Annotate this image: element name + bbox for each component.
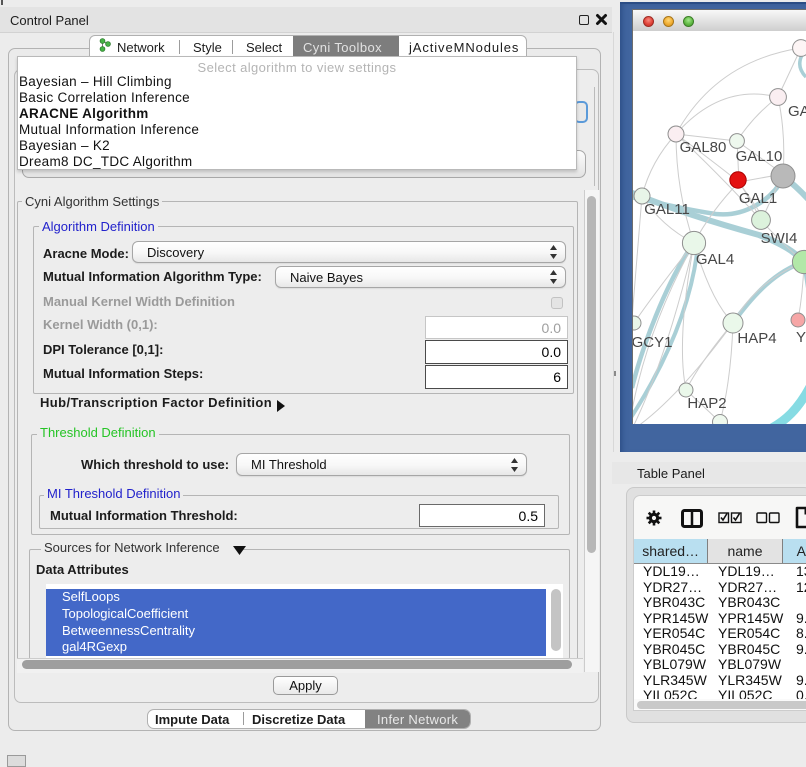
svg-text:GAL10: GAL10 [736, 148, 783, 165]
svg-text:HAP2: HAP2 [687, 395, 726, 412]
svg-text:GAL4: GAL4 [696, 251, 734, 268]
svg-text:HAP4: HAP4 [737, 330, 776, 347]
svg-text:GAL1: GAL1 [739, 190, 777, 207]
svg-text:GAL7: GAL7 [788, 103, 806, 120]
svg-text:GCY1: GCY1 [633, 334, 672, 351]
svg-text:GAL11: GAL11 [644, 201, 690, 218]
svg-text:YJ: YJ [796, 329, 806, 346]
svg-text:SWI4: SWI4 [761, 230, 798, 247]
svg-text:GAL80: GAL80 [680, 139, 727, 156]
